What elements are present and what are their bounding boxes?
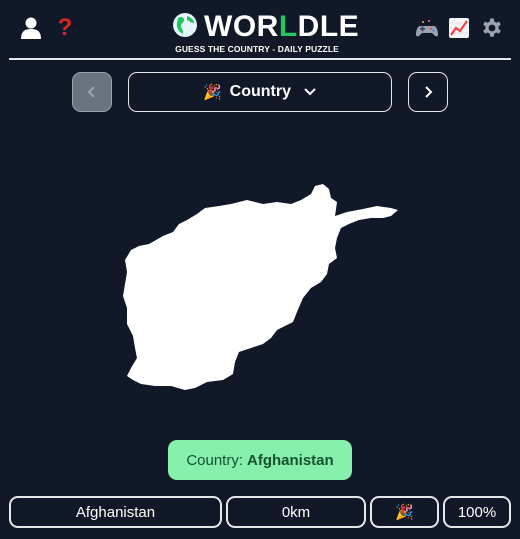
logo-subtitle: GUESS THE COUNTRY - DAILY PUZZLE — [175, 44, 339, 54]
chevron-down-icon — [303, 87, 317, 97]
logo-accent: L — [278, 10, 298, 43]
worldle-page: ? WORLDLE GUESS THE COUNTRY - DAILY PUZZ… — [0, 0, 520, 539]
chevron-left-icon — [87, 86, 95, 98]
country-shape — [123, 184, 398, 390]
logo: WORLDLE GUESS THE COUNTRY - DAILY PUZZLE — [170, 9, 359, 57]
gear-icon[interactable] — [480, 16, 504, 40]
logo-text: WORLDLE — [204, 12, 359, 42]
help-symbol: ? — [57, 14, 73, 41]
answer-value: Afghanistan — [247, 451, 334, 469]
game-mode-select[interactable]: 🎉 Country — [128, 72, 392, 112]
answer-badge: Country: Afghanistan — [168, 440, 352, 480]
game-controller-icon[interactable] — [415, 18, 439, 40]
country-silhouette — [115, 180, 405, 395]
header-divider — [9, 58, 511, 60]
previous-button[interactable] — [72, 72, 112, 112]
next-button[interactable] — [408, 72, 448, 112]
logo-prefix: WOR — [204, 10, 279, 43]
globe-icon — [172, 12, 198, 38]
chevron-right-icon — [425, 86, 433, 98]
question-icon[interactable]: ? — [55, 14, 75, 42]
game-mode-label: Country — [229, 83, 291, 100]
chart-icon[interactable] — [448, 17, 470, 39]
header: ? WORLDLE GUESS THE COUNTRY - DAILY PUZZ… — [0, 0, 520, 60]
guess-proximity: 100% — [443, 496, 511, 528]
guess-country: Afghanistan — [9, 496, 222, 528]
guess-distance: 0km — [226, 496, 366, 528]
logo-suffix: DLE — [297, 10, 360, 43]
answer-prefix: Country: — [186, 451, 244, 469]
guess-direction-party-icon: 🎉 — [370, 496, 439, 528]
party-popper-icon: 🎉 — [202, 84, 222, 101]
user-icon[interactable] — [20, 16, 42, 40]
